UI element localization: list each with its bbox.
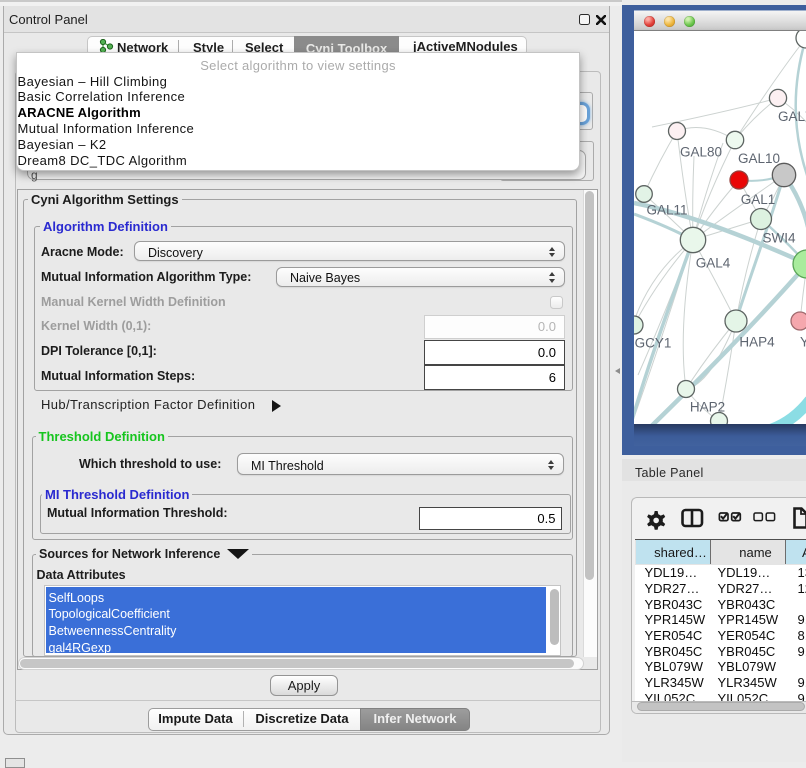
- svg-text:GAL80: GAL80: [680, 145, 722, 160]
- svg-text:Y: Y: [800, 335, 806, 350]
- svg-text:GAL10: GAL10: [738, 151, 780, 166]
- svg-text:GCY1: GCY1: [635, 336, 672, 351]
- svg-text:GAL1: GAL1: [741, 192, 776, 207]
- svg-text:GAL11: GAL11: [646, 203, 687, 218]
- svg-text:HAP4: HAP4: [739, 335, 775, 350]
- svg-text:GAL7: GAL7: [778, 109, 806, 124]
- svg-text:GAL4: GAL4: [696, 256, 731, 271]
- svg-text:HAP2: HAP2: [690, 400, 725, 415]
- svg-text:SWI4: SWI4: [762, 231, 795, 246]
